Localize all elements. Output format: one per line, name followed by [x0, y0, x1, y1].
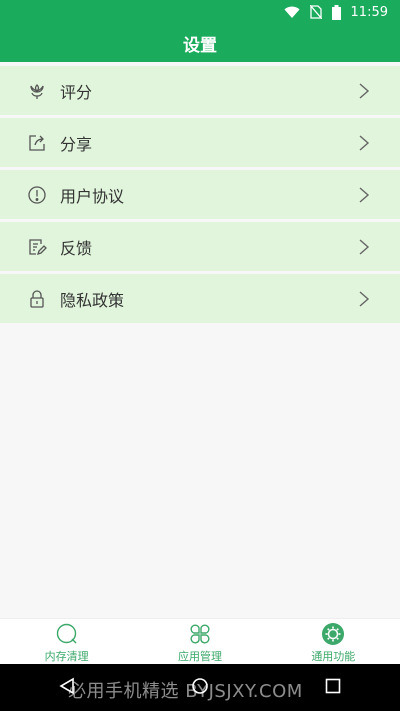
chevron-right-icon: [358, 186, 370, 204]
nav-item-app-management[interactable]: 应用管理: [133, 619, 266, 664]
title-bar: 设置: [0, 24, 400, 62]
share-icon: [27, 133, 47, 153]
gear-icon: [321, 622, 345, 646]
bottom-nav: 内存清理 应用管理 通用功能: [0, 618, 400, 664]
battery-icon: [331, 4, 341, 20]
nav-label: 通用功能: [311, 650, 356, 663]
chevron-right-icon: [358, 134, 370, 152]
menu-item-user-agreement[interactable]: 用户协议: [0, 170, 400, 219]
wifi-icon: [284, 6, 300, 19]
menu-item-privacy-policy[interactable]: 隐私政策: [0, 274, 400, 323]
settings-menu: 评分 分享 用户协议 反馈 隐私政策: [0, 66, 400, 326]
menu-item-rating[interactable]: 评分: [0, 66, 400, 115]
menu-item-label: 反馈: [60, 238, 93, 258]
search-circle-icon: [55, 622, 79, 646]
edit-note-icon: [27, 237, 47, 257]
no-sim-icon: [309, 5, 322, 19]
system-nav-bar: [0, 664, 400, 711]
clover-icon: [188, 622, 212, 646]
info-circle-icon: [27, 185, 47, 205]
nav-item-memory-clean[interactable]: 内存清理: [0, 619, 133, 664]
menu-item-feedback[interactable]: 反馈: [0, 222, 400, 271]
chevron-right-icon: [358, 290, 370, 308]
status-bar: 11:59: [0, 0, 400, 24]
lock-icon: [27, 289, 47, 309]
status-time: 11:59: [350, 4, 388, 20]
flower-icon: [27, 81, 47, 101]
back-icon[interactable]: [58, 677, 76, 699]
menu-item-share[interactable]: 分享: [0, 118, 400, 167]
page-title: 设置: [183, 35, 217, 56]
nav-label: 内存清理: [44, 650, 89, 663]
menu-item-label: 隐私政策: [60, 290, 125, 310]
nav-item-general-functions[interactable]: 通用功能: [267, 619, 400, 664]
chevron-right-icon: [358, 238, 370, 256]
menu-item-label: 用户协议: [60, 186, 125, 206]
home-icon[interactable]: [191, 677, 209, 699]
menu-item-label: 分享: [60, 134, 93, 154]
menu-item-label: 评分: [60, 82, 93, 102]
nav-label: 应用管理: [177, 650, 222, 663]
chevron-right-icon: [358, 82, 370, 100]
recents-icon[interactable]: [324, 677, 342, 699]
